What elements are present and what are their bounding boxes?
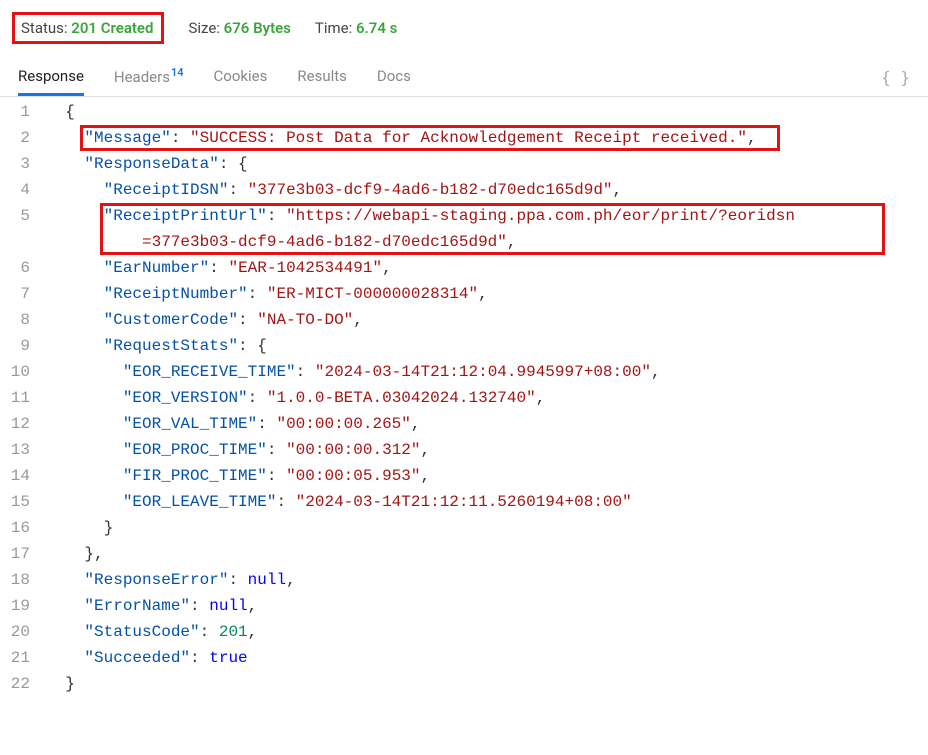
time-label: Time:	[315, 19, 352, 37]
code-line: 12 "EOR_VAL_TIME": "00:00:00.265",	[0, 411, 928, 437]
code-line: 22 }	[0, 671, 928, 697]
code-line: 15 "EOR_LEAVE_TIME": "2024-03-14T21:12:1…	[0, 489, 928, 515]
tabs-bar: Response Headers14 Cookies Results Docs …	[0, 58, 928, 97]
status-label: Status:	[21, 19, 68, 37]
size-group: Size: 676 Bytes	[188, 19, 290, 37]
code-line: 2 "Message": "SUCCESS: Post Data for Ack…	[0, 125, 928, 151]
code-line: 7 "ReceiptNumber": "ER-MICT-000000028314…	[0, 281, 928, 307]
line-number: 22	[0, 671, 42, 697]
line-number: 10	[0, 359, 42, 385]
line-number: 13	[0, 437, 42, 463]
code-line: 6 "EarNumber": "EAR-1042534491",	[0, 255, 928, 281]
line-number: 15	[0, 489, 42, 515]
tab-results[interactable]: Results	[297, 59, 347, 95]
code-line: 19 "ErrorName": null,	[0, 593, 928, 619]
size-value: 676 Bytes	[224, 19, 291, 37]
response-body[interactable]: 1 { 2 "Message": "SUCCESS: Post Data for…	[0, 97, 928, 697]
code-line: 20 "StatusCode": 201,	[0, 619, 928, 645]
tab-response[interactable]: Response	[18, 59, 84, 95]
line-number: 14	[0, 463, 42, 489]
status-highlight-box: Status: 201 Created	[12, 12, 164, 44]
code-line: 1 {	[0, 99, 928, 125]
line-number: 9	[0, 333, 42, 359]
line-number: 8	[0, 307, 42, 333]
time-group: Time: 6.74 s	[315, 19, 398, 37]
line-number: 20	[0, 619, 42, 645]
line-number: 18	[0, 567, 42, 593]
line-number: 16	[0, 515, 42, 541]
line-number: 19	[0, 593, 42, 619]
code-line: 5 "ReceiptPrintUrl": "https://webapi-sta…	[0, 203, 928, 255]
code-wrap: 1 { 2 "Message": "SUCCESS: Post Data for…	[0, 97, 928, 697]
tab-headers[interactable]: Headers14	[114, 58, 184, 96]
status-value: 201 Created	[71, 19, 153, 37]
tab-headers-label: Headers	[114, 68, 170, 86]
line-number: 5	[0, 203, 42, 255]
line-number: 6	[0, 255, 42, 281]
line-number: 3	[0, 151, 42, 177]
code-line: 17 },	[0, 541, 928, 567]
code-line: 21 "Succeeded": true	[0, 645, 928, 671]
code-line: 4 "ReceiptIDSN": "377e3b03-dcf9-4ad6-b18…	[0, 177, 928, 203]
code-line: 11 "EOR_VERSION": "1.0.0-BETA.03042024.1…	[0, 385, 928, 411]
code-line: 8 "CustomerCode": "NA-TO-DO",	[0, 307, 928, 333]
code-line: 14 "FIR_PROC_TIME": "00:00:05.953",	[0, 463, 928, 489]
time-value: 6.74 s	[356, 19, 397, 37]
line-number: 12	[0, 411, 42, 437]
code-line: 3 "ResponseData": {	[0, 151, 928, 177]
line-number: 11	[0, 385, 42, 411]
tab-docs[interactable]: Docs	[377, 59, 411, 95]
status-bar: Status: 201 Created Size: 676 Bytes Time…	[0, 0, 928, 58]
size-label: Size:	[188, 19, 219, 37]
line-number: 21	[0, 645, 42, 671]
line-number: 1	[0, 99, 42, 125]
line-number: 4	[0, 177, 42, 203]
line-number: 2	[0, 125, 42, 151]
code-line: 13 "EOR_PROC_TIME": "00:00:00.312",	[0, 437, 928, 463]
tab-headers-count: 14	[171, 66, 184, 79]
code-line: 16 }	[0, 515, 928, 541]
code-line: 10 "EOR_RECEIVE_TIME": "2024-03-14T21:12…	[0, 359, 928, 385]
code-line: 18 "ResponseError": null,	[0, 567, 928, 593]
braces-icon[interactable]: { }	[881, 68, 910, 87]
tab-cookies[interactable]: Cookies	[214, 59, 268, 95]
code-line: 9 "RequestStats": {	[0, 333, 928, 359]
line-number: 7	[0, 281, 42, 307]
line-number: 17	[0, 541, 42, 567]
